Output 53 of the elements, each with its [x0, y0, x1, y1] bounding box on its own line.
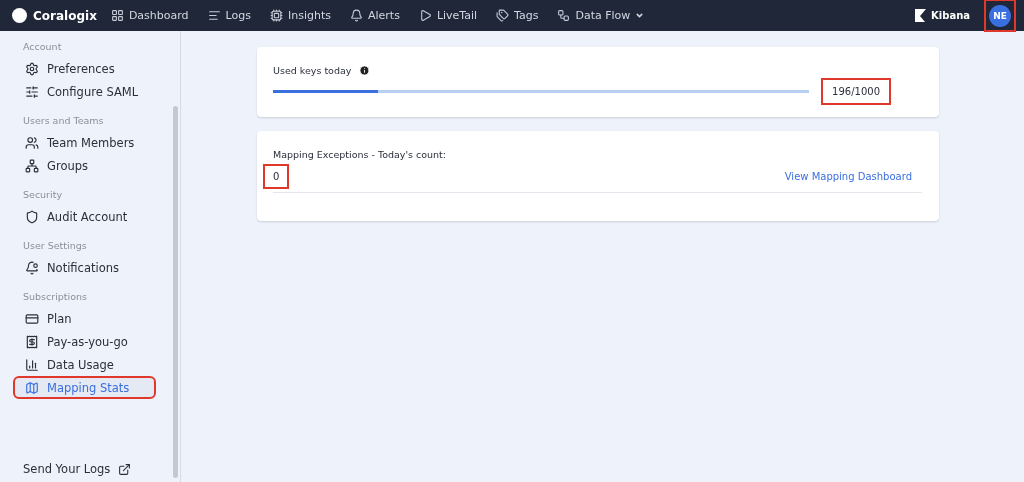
avatar-button[interactable]: NE [989, 5, 1011, 27]
map-icon [25, 380, 39, 395]
section-title: Security [22, 189, 63, 200]
section-title: Users and Teams [22, 115, 105, 126]
sidebar-item[interactable]: Audit Account [13, 205, 156, 228]
card-title: Used keys today [273, 65, 352, 76]
nav-link[interactable]: Tags [496, 9, 539, 22]
nav-link[interactable]: Insights [269, 9, 331, 22]
sidebar-item[interactable]: Notifications [13, 256, 156, 279]
grid-icon [110, 9, 124, 22]
play-icon [418, 9, 432, 22]
scrollbar[interactable] [173, 106, 178, 478]
tags-icon [496, 9, 510, 22]
section-title: User Settings [22, 240, 88, 251]
keys-reading: 196/1000 [821, 78, 891, 105]
nav-link[interactable]: Dashboard [110, 9, 189, 22]
info-icon [359, 65, 371, 76]
sidebar-item[interactable]: Plan [13, 307, 156, 330]
sidebar-item[interactable]: Mapping Stats [13, 376, 156, 399]
card-icon [25, 311, 39, 326]
nav-link[interactable]: LiveTail [418, 9, 478, 22]
card-title: Mapping Exceptions - Today's count: [273, 149, 447, 160]
list-icon [207, 9, 221, 22]
sidebar-item[interactable]: Pay-as-you-go [13, 330, 156, 353]
send-logs-link[interactable]: Send Your Logs [13, 462, 173, 476]
nav-link[interactable]: Alerts [349, 9, 400, 22]
network-icon [25, 158, 39, 173]
section-title: Account [22, 41, 63, 52]
nav-link[interactable]: Data Flow [557, 9, 645, 22]
external-link-icon [118, 462, 132, 476]
caret-icon [635, 11, 645, 20]
chip-icon [269, 9, 283, 22]
sidebar-item[interactable]: Configure SAML [13, 80, 156, 103]
bell-icon [349, 9, 363, 22]
brand-logo[interactable]: Coralogix [12, 8, 97, 23]
shield-icon [25, 209, 39, 224]
sliders-icon [25, 84, 39, 99]
flow-icon [557, 9, 571, 22]
exception-count: 0 [263, 164, 290, 189]
users-icon [25, 135, 39, 150]
sidebar-item[interactable]: Groups [13, 154, 156, 177]
sidebar-item[interactable]: Preferences [13, 57, 156, 80]
sidebar-item[interactable]: Data Usage [13, 353, 156, 376]
sidebar-item[interactable]: Team Members [13, 131, 156, 154]
section-title: Subscriptions [22, 291, 88, 302]
kibana-logo-icon [915, 9, 927, 22]
notification-icon [25, 260, 39, 275]
gear-icon [25, 61, 39, 76]
view-dashboard-link[interactable]: View Mapping Dashboard [784, 171, 912, 182]
bar-chart-icon [25, 357, 39, 372]
nav-link[interactable]: Logs [207, 9, 251, 22]
kibana-link[interactable]: Kibana [915, 9, 970, 22]
receipt-icon [25, 334, 39, 349]
